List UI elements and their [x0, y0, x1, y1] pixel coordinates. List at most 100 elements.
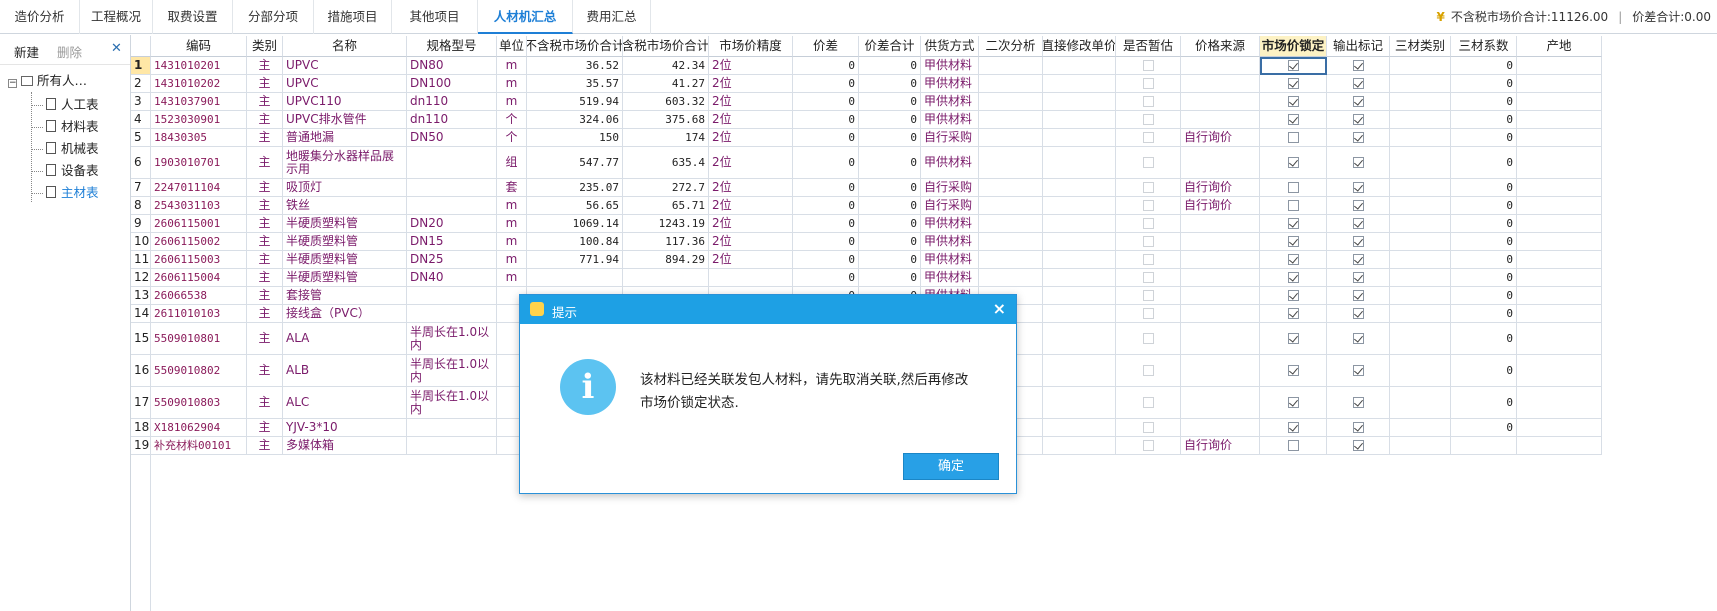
market-lock-checkbox[interactable]: [1287, 114, 1299, 125]
name-cell[interactable]: 地暖集分水器样品展示用: [283, 147, 407, 179]
code-cell[interactable]: 1523030901: [151, 111, 247, 129]
secondary-analysis-cell[interactable]: [979, 251, 1043, 269]
price-source-cell[interactable]: [1181, 75, 1260, 93]
tab-6[interactable]: 其他项目: [392, 0, 478, 34]
origin-cell[interactable]: [1517, 387, 1602, 419]
provisional-checkbox[interactable]: [1142, 60, 1154, 71]
provisional-checkbox[interactable]: [1142, 200, 1154, 211]
col-header-12[interactable]: 二次分析: [979, 36, 1043, 57]
market-lock-checkbox[interactable]: [1287, 236, 1299, 247]
ok-button[interactable]: 确定: [903, 453, 999, 480]
spec-cell[interactable]: 半周长在1.0以内: [407, 323, 497, 355]
tree-item-4[interactable]: 设备表: [46, 161, 99, 181]
supply-cell[interactable]: 甲供材料: [921, 147, 979, 179]
diff-total-cell[interactable]: 0: [859, 57, 921, 75]
diff-total-cell[interactable]: 0: [859, 75, 921, 93]
col-header-10[interactable]: 价差合计: [859, 36, 921, 57]
origin-cell[interactable]: [1517, 75, 1602, 93]
incl-price-cell[interactable]: 894.29: [623, 251, 709, 269]
output-mark-cell[interactable]: [1327, 233, 1390, 251]
material-category-cell[interactable]: [1390, 215, 1451, 233]
material-category-cell[interactable]: [1390, 387, 1451, 419]
price-source-cell[interactable]: [1181, 287, 1260, 305]
output-mark-checkbox[interactable]: [1352, 254, 1364, 265]
provisional-cell[interactable]: [1116, 323, 1181, 355]
diff-total-cell[interactable]: 0: [859, 93, 921, 111]
direct-edit-cell[interactable]: [1043, 197, 1116, 215]
type-cell[interactable]: 主: [247, 215, 283, 233]
supply-cell[interactable]: 自行采购: [921, 179, 979, 197]
type-cell[interactable]: 主: [247, 305, 283, 323]
material-category-cell[interactable]: [1390, 323, 1451, 355]
origin-cell[interactable]: [1517, 437, 1602, 455]
diff-total-cell[interactable]: 0: [859, 147, 921, 179]
spec-cell[interactable]: DN50: [407, 129, 497, 147]
diff-cell[interactable]: 0: [793, 147, 859, 179]
row-number[interactable]: 15: [131, 323, 151, 355]
type-cell[interactable]: 主: [247, 269, 283, 287]
output-mark-checkbox[interactable]: [1352, 397, 1364, 408]
collapse-icon[interactable]: ✕: [111, 41, 122, 56]
unit-cell[interactable]: m: [497, 269, 527, 287]
origin-cell[interactable]: [1517, 323, 1602, 355]
price-source-cell[interactable]: [1181, 111, 1260, 129]
market-lock-cell[interactable]: [1260, 287, 1327, 305]
direct-edit-cell[interactable]: [1043, 287, 1116, 305]
excl-price-cell[interactable]: 235.07: [527, 179, 623, 197]
name-cell[interactable]: 接线盒（PVC）: [283, 305, 407, 323]
provisional-cell[interactable]: [1116, 129, 1181, 147]
origin-cell[interactable]: [1517, 215, 1602, 233]
name-cell[interactable]: 普通地漏: [283, 129, 407, 147]
excl-price-cell[interactable]: 56.65: [527, 197, 623, 215]
spec-cell[interactable]: [407, 287, 497, 305]
row-number[interactable]: 13: [131, 287, 151, 305]
provisional-checkbox[interactable]: [1142, 422, 1154, 433]
output-mark-checkbox[interactable]: [1352, 290, 1364, 301]
market-lock-cell[interactable]: [1260, 323, 1327, 355]
market-lock-cell[interactable]: [1260, 111, 1327, 129]
material-coef-cell[interactable]: 0: [1451, 215, 1517, 233]
row-number[interactable]: 6: [131, 147, 151, 179]
precision-cell[interactable]: 2位: [709, 111, 793, 129]
price-source-cell[interactable]: 自行询价: [1181, 129, 1260, 147]
tab-1[interactable]: 造价分析: [0, 0, 80, 34]
material-coef-cell[interactable]: 0: [1451, 419, 1517, 437]
provisional-cell[interactable]: [1116, 287, 1181, 305]
diff-cell[interactable]: 0: [793, 215, 859, 233]
code-cell[interactable]: 2606115004: [151, 269, 247, 287]
market-lock-checkbox[interactable]: [1287, 333, 1299, 344]
origin-cell[interactable]: [1517, 93, 1602, 111]
market-lock-checkbox[interactable]: [1287, 422, 1299, 433]
unit-cell[interactable]: 个: [497, 111, 527, 129]
secondary-analysis-cell[interactable]: [979, 75, 1043, 93]
col-header-11[interactable]: 供货方式: [921, 36, 979, 57]
material-coef-cell[interactable]: [1451, 437, 1517, 455]
excl-price-cell[interactable]: 1069.14: [527, 215, 623, 233]
row-number[interactable]: 7: [131, 179, 151, 197]
provisional-checkbox[interactable]: [1142, 236, 1154, 247]
excl-price-cell[interactable]: 150: [527, 129, 623, 147]
price-source-cell[interactable]: [1181, 323, 1260, 355]
price-source-cell[interactable]: [1181, 355, 1260, 387]
type-cell[interactable]: 主: [247, 111, 283, 129]
excl-price-cell[interactable]: [527, 269, 623, 287]
spec-cell[interactable]: [407, 147, 497, 179]
type-cell[interactable]: 主: [247, 355, 283, 387]
row-number[interactable]: 18: [131, 419, 151, 437]
origin-cell[interactable]: [1517, 355, 1602, 387]
supply-cell[interactable]: 自行采购: [921, 197, 979, 215]
price-source-cell[interactable]: [1181, 269, 1260, 287]
supply-cell[interactable]: 甲供材料: [921, 111, 979, 129]
origin-cell[interactable]: [1517, 129, 1602, 147]
provisional-checkbox[interactable]: [1142, 96, 1154, 107]
provisional-checkbox[interactable]: [1142, 114, 1154, 125]
output-mark-cell[interactable]: [1327, 179, 1390, 197]
market-lock-cell[interactable]: [1260, 75, 1327, 93]
material-coef-cell[interactable]: 0: [1451, 323, 1517, 355]
material-category-cell[interactable]: [1390, 419, 1451, 437]
precision-cell[interactable]: 2位: [709, 129, 793, 147]
col-header-15[interactable]: 价格来源: [1181, 36, 1260, 57]
diff-total-cell[interactable]: 0: [859, 251, 921, 269]
spec-cell[interactable]: 半周长在1.0以内: [407, 355, 497, 387]
diff-total-cell[interactable]: 0: [859, 215, 921, 233]
